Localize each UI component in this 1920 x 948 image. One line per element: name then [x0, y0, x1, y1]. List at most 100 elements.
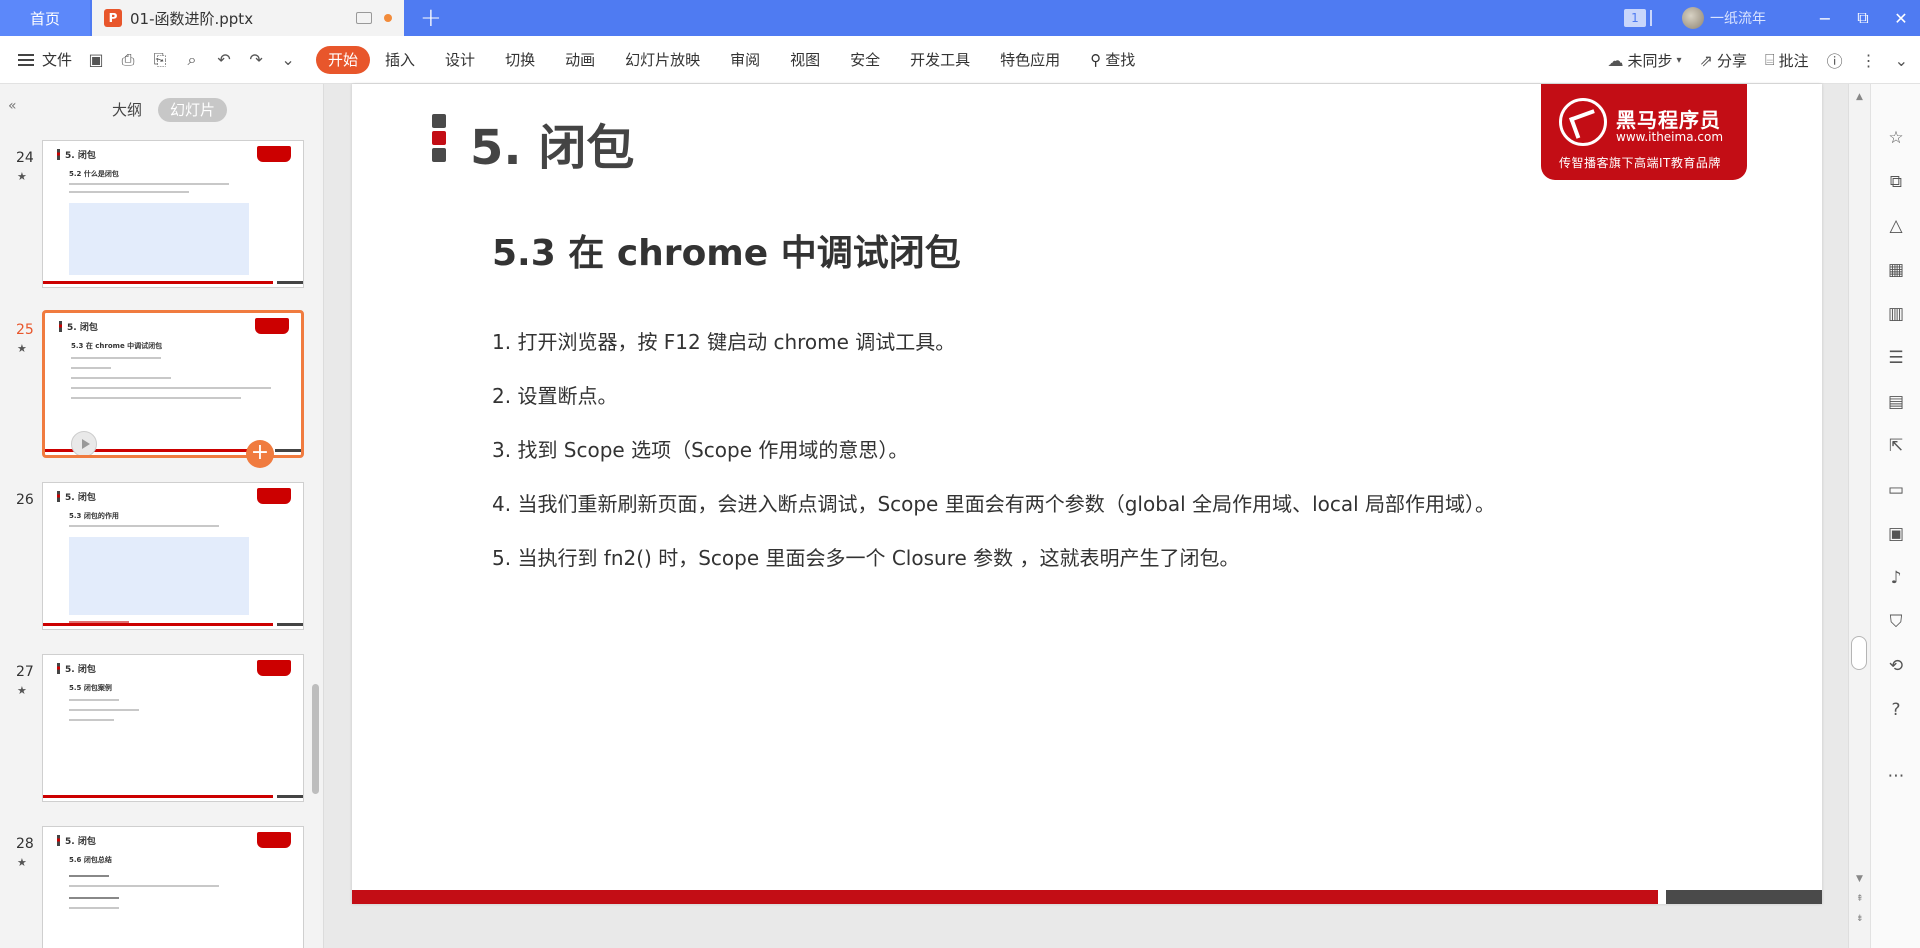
slide-thumbnail[interactable]: 5. 闭包 5.3 闭包的作用	[42, 482, 304, 630]
thumbnail-logo	[257, 488, 291, 504]
thumbnail-logo	[255, 318, 289, 334]
tab-slideshow[interactable]: 幻灯片放映	[610, 46, 715, 74]
slide-number: 25	[16, 322, 34, 338]
slide-thumbnail-row[interactable]: 25 ★ 5. 闭包 5.3 在 chrome 中调试闭包 +	[0, 310, 310, 468]
tab-developer[interactable]: 开发工具	[895, 46, 985, 74]
user-name[interactable]: 一纸流年	[1710, 8, 1766, 28]
vertical-scrollbar[interactable]: ▲ ▼ ⇞ ⇟	[1848, 84, 1870, 948]
tab-animations[interactable]: 动画	[550, 46, 610, 74]
play-slide-icon[interactable]	[71, 431, 97, 455]
slide-list-item[interactable]: 2. 设置断点。	[492, 380, 617, 409]
collapse-panel-icon[interactable]: «	[8, 98, 17, 114]
tab-insert[interactable]: 插入	[370, 46, 430, 74]
slide-list-item[interactable]: 5. 当执行到 fn2() 时，Scope 里面会多一个 Closure 参数 …	[492, 542, 1240, 571]
slide-thumbnail-row[interactable]: 24 ★ 5. 闭包 5.2 什么是闭包	[0, 140, 310, 290]
add-slide-button[interactable]: +	[246, 440, 274, 468]
archive-icon[interactable]: ▭	[1886, 480, 1906, 500]
file-menu[interactable]: 文件	[18, 49, 72, 70]
document-name: 01-函数进阶.pptx	[130, 9, 254, 28]
star-icon[interactable]: ☆	[1886, 128, 1906, 148]
slide-number: 26	[16, 492, 34, 508]
slide-canvas: 5. 闭包 黑马程序员 www.itheima.com 传智播客旗下高端IT教育…	[326, 84, 1848, 948]
thumbnail-logo	[257, 832, 291, 848]
next-slide-icon[interactable]: ⇟	[1856, 914, 1864, 924]
tab-security[interactable]: 安全	[835, 46, 895, 74]
slide-subtitle[interactable]: 5.3 在 chrome 中调试闭包	[492, 224, 961, 276]
slide-title[interactable]: 5. 闭包	[470, 108, 634, 178]
minimize-button[interactable]: −	[1806, 0, 1844, 36]
picture-icon[interactable]: ▣	[1886, 524, 1906, 544]
help-icon[interactable]: ⓘ	[1827, 48, 1843, 72]
slide-list-item[interactable]: 3. 找到 Scope 选项（Scope 作用域的意思）。	[492, 434, 908, 463]
tab-view[interactable]: 视图	[775, 46, 835, 74]
tab-features[interactable]: 特色应用	[985, 46, 1075, 74]
scroll-up-icon[interactable]: ▲	[1856, 92, 1863, 102]
slide-thumbnail[interactable]: 5. 闭包 5.5 闭包案例	[42, 654, 304, 802]
tab-review[interactable]: 审阅	[715, 46, 775, 74]
comment-button[interactable]: ⌸ 批注	[1765, 50, 1809, 71]
thumbnail-title: 5. 闭包	[67, 323, 98, 333]
shape-icon[interactable]: △	[1886, 216, 1906, 236]
slide-thumbnail-row[interactable]: 27 ★ 5. 闭包 5.5 闭包案例	[0, 654, 310, 804]
new-tab-button[interactable]: +	[420, 0, 442, 36]
thumbnail-title: 5. 闭包	[65, 837, 96, 847]
slide-thumbnail-row[interactable]: 28 ★ 5. 闭包 5.6 闭包总结	[0, 826, 310, 948]
tab-home-ribbon[interactable]: 开始	[316, 45, 371, 74]
layout-grid-icon[interactable]: ▦	[1886, 260, 1906, 280]
image-gallery-icon[interactable]: ▤	[1886, 392, 1906, 412]
help-circle-icon[interactable]: ?	[1886, 700, 1906, 720]
file-menu-label: 文件	[42, 51, 73, 69]
scrollbar-thumb[interactable]	[1851, 636, 1867, 670]
slide-list-item[interactable]: 4. 当我们重新刷新页面，会进入断点调试，Scope 里面会有两个参数（glob…	[492, 488, 1495, 517]
thumbnail-title: 5. 闭包	[65, 151, 96, 161]
settings-sliders-icon[interactable]: ☰	[1886, 348, 1906, 368]
chart-icon[interactable]: ▥	[1886, 304, 1906, 324]
more-horizontal-icon[interactable]: ⋯	[1886, 766, 1906, 786]
thumbnail-logo	[257, 660, 291, 676]
right-toolbar: ☆ ⧉ △ ▦ ▥ ☰ ▤ ⇱ ▭ ▣ ♪ ⛉ ⟲ ? ⋯	[1870, 84, 1920, 948]
history-icon[interactable]: ⟲	[1886, 656, 1906, 676]
slide-list-item[interactable]: 1. 打开浏览器，按 F12 键启动 chrome 调试工具。	[492, 326, 955, 355]
slide-thumbnail[interactable]: 5. 闭包 5.6 闭包总结	[42, 826, 304, 948]
tab-outline[interactable]: 大纲	[100, 98, 154, 122]
customize-icon[interactable]: ⌄	[278, 50, 298, 69]
slide-thumbnail-row[interactable]: 26 5. 闭包 5.3 闭包的作用	[0, 482, 310, 632]
panel-scrollbar[interactable]	[312, 684, 319, 794]
avatar[interactable]	[1682, 7, 1704, 29]
animation-star-icon: ★	[17, 342, 27, 355]
window-count-badge[interactable]: 1	[1624, 9, 1646, 27]
shield-icon[interactable]: ⛉	[1886, 612, 1906, 632]
collapse-ribbon-icon[interactable]: ⌄	[1895, 51, 1908, 70]
prev-slide-icon[interactable]: ⇞	[1856, 894, 1864, 904]
footer-dark-bar	[1666, 890, 1822, 904]
export-pdf-icon[interactable]: ⎙	[118, 50, 138, 70]
print-icon[interactable]: ⎘	[150, 50, 170, 70]
undo-icon[interactable]: ↶	[214, 50, 234, 69]
tab-design[interactable]: 设计	[430, 46, 490, 74]
slide-thumbnail[interactable]: 5. 闭包 5.2 什么是闭包	[42, 140, 304, 288]
tab-document[interactable]: P 01-函数进阶.pptx	[92, 0, 404, 36]
audio-icon[interactable]: ♪	[1886, 568, 1906, 588]
close-button[interactable]: ✕	[1882, 0, 1920, 36]
replace-icon[interactable]: ⧉	[1886, 172, 1906, 192]
tab-transitions[interactable]: 切换	[490, 46, 550, 74]
current-slide[interactable]: 5. 闭包 黑马程序员 www.itheima.com 传智播客旗下高端IT教育…	[352, 84, 1822, 904]
tab-slides[interactable]: 幻灯片	[158, 98, 228, 122]
export-icon[interactable]: ⇱	[1886, 436, 1906, 456]
share-button[interactable]: ⇗ 分享	[1700, 50, 1747, 71]
scroll-down-icon[interactable]: ▼	[1856, 874, 1863, 884]
save-icon[interactable]: ▣	[86, 50, 106, 69]
more-icon[interactable]: ⋮	[1861, 51, 1877, 70]
restore-button[interactable]: ⧉	[1844, 0, 1882, 36]
thumbnail-subtitle: 5.2 什么是闭包	[69, 170, 119, 178]
redo-icon[interactable]: ↷	[246, 50, 266, 69]
brand-logo: 黑马程序员 www.itheima.com 传智播客旗下高端IT教育品牌	[1541, 84, 1747, 180]
split-icon[interactable]	[1650, 10, 1664, 26]
print-preview-icon[interactable]: ⌕	[182, 50, 202, 70]
screen-icon[interactable]	[356, 12, 372, 24]
tab-home[interactable]: 首页	[0, 0, 90, 36]
sync-button[interactable]: ☁ 未同步 ▾	[1607, 50, 1681, 71]
thumbnail-subtitle: 5.6 闭包总结	[69, 856, 112, 864]
slide-thumbnail-selected[interactable]: 5. 闭包 5.3 在 chrome 中调试闭包	[42, 310, 304, 458]
find-button[interactable]: ⚲ 查找	[1075, 46, 1150, 74]
